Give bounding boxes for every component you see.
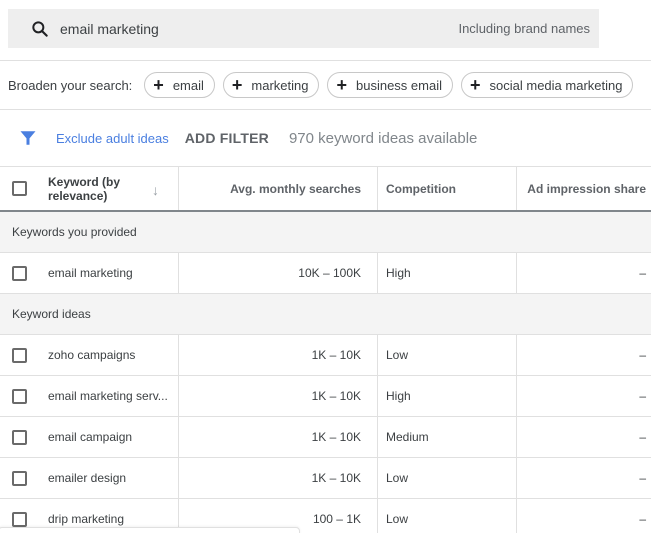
avg-searches: 1K – 10K <box>179 417 378 457</box>
bottom-floating-panel <box>0 527 300 533</box>
competition: Low <box>378 499 517 533</box>
impression-share: – <box>639 430 646 444</box>
competition: Low <box>378 335 517 375</box>
select-all-checkbox[interactable] <box>12 181 27 196</box>
keyword-text: email marketing <box>48 266 133 280</box>
exclude-adult-ideas-link[interactable]: Exclude adult ideas <box>56 131 169 146</box>
broaden-search-bar: Broaden your search: + email + marketing +… <box>0 72 651 98</box>
row-checkbox[interactable] <box>12 470 27 486</box>
keyword-text: zoho campaigns <box>48 348 136 362</box>
column-title: Keyword (by relevance) <box>48 174 121 203</box>
impression-share: – <box>639 471 646 485</box>
keyword-ideas-count: 970 keyword ideas available <box>288 129 478 147</box>
keyword-table: Keyword (by relevance) ↓ Avg. monthly se… <box>0 166 651 533</box>
plus-icon: + <box>153 75 164 95</box>
avg-searches: 1K – 10K <box>179 335 378 375</box>
plus-icon: + <box>336 75 347 95</box>
broaden-label: Broaden your search: <box>8 77 133 93</box>
divider <box>0 109 651 110</box>
group-label: Keywords you provided <box>12 225 137 239</box>
keyword-text: emailer design <box>48 471 127 485</box>
table-row[interactable]: email campaign 1K – 10K Medium – <box>0 417 651 458</box>
divider <box>0 60 651 61</box>
group-header-provided: Keywords you provided <box>0 212 651 253</box>
chip-label: email <box>172 77 204 93</box>
group-label: Keyword ideas <box>12 307 91 321</box>
column-header-avg-searches[interactable]: Avg. monthly searches <box>179 167 378 210</box>
filter-icon[interactable] <box>19 129 37 147</box>
competition: High <box>378 376 517 416</box>
chip-label: business email <box>356 77 442 93</box>
impression-share: – <box>639 266 646 280</box>
chip-label: marketing <box>251 77 309 93</box>
row-checkbox[interactable] <box>12 347 27 363</box>
column-header-competition[interactable]: Competition <box>378 167 517 210</box>
row-checkbox[interactable] <box>12 388 27 404</box>
table-row[interactable]: email marketing serv... 1K – 10K High – <box>0 376 651 417</box>
impression-share: – <box>639 348 646 362</box>
search-icon <box>32 21 48 37</box>
column-header-keyword[interactable]: Keyword (by relevance) ↓ <box>0 167 179 210</box>
keyword-text: drip marketing <box>48 512 125 526</box>
keyword-search-box[interactable]: email marketing Including brand names <box>8 9 599 48</box>
filter-bar: Exclude adult ideas ADD FILTER 970 keywo… <box>0 126 651 150</box>
row-checkbox[interactable] <box>12 429 27 445</box>
keyword-text: email marketing serv... <box>48 389 168 403</box>
plus-icon: + <box>231 75 243 95</box>
competition: Medium <box>378 417 517 457</box>
competition: High <box>378 253 517 293</box>
impression-share: – <box>639 389 646 403</box>
column-header-impression-share[interactable]: Ad impression share <box>517 167 651 210</box>
table-header: Keyword (by relevance) ↓ Avg. monthly se… <box>0 166 651 212</box>
broaden-chip-email[interactable]: + email <box>144 72 215 98</box>
group-header-ideas: Keyword ideas <box>0 294 651 335</box>
table-row[interactable]: email marketing 10K – 100K High – <box>0 253 651 294</box>
brand-names-option[interactable]: Including brand names <box>458 21 590 36</box>
row-checkbox[interactable] <box>12 511 27 527</box>
competition: Low <box>378 458 517 498</box>
search-query[interactable]: email marketing <box>60 21 159 37</box>
keyword-text: email campaign <box>48 430 133 444</box>
broaden-chip-social-media-marketing[interactable]: + social media marketing <box>461 72 634 98</box>
avg-searches: 10K – 100K <box>179 253 378 293</box>
add-filter-button[interactable]: ADD FILTER <box>185 130 269 146</box>
avg-searches: 1K – 10K <box>179 458 378 498</box>
chip-label: social media marketing <box>489 77 623 93</box>
broaden-chip-marketing[interactable]: + marketing <box>222 72 320 98</box>
broaden-chip-business-email[interactable]: + business email <box>327 72 453 98</box>
table-row[interactable]: zoho campaigns 1K – 10K Low – <box>0 335 651 376</box>
impression-share: – <box>639 512 646 526</box>
sort-arrow-down-icon[interactable]: ↓ <box>152 182 159 198</box>
table-row[interactable]: emailer design 1K – 10K Low – <box>0 458 651 499</box>
avg-searches: 1K – 10K <box>179 376 378 416</box>
row-checkbox[interactable] <box>12 265 27 281</box>
plus-icon: + <box>470 75 481 95</box>
